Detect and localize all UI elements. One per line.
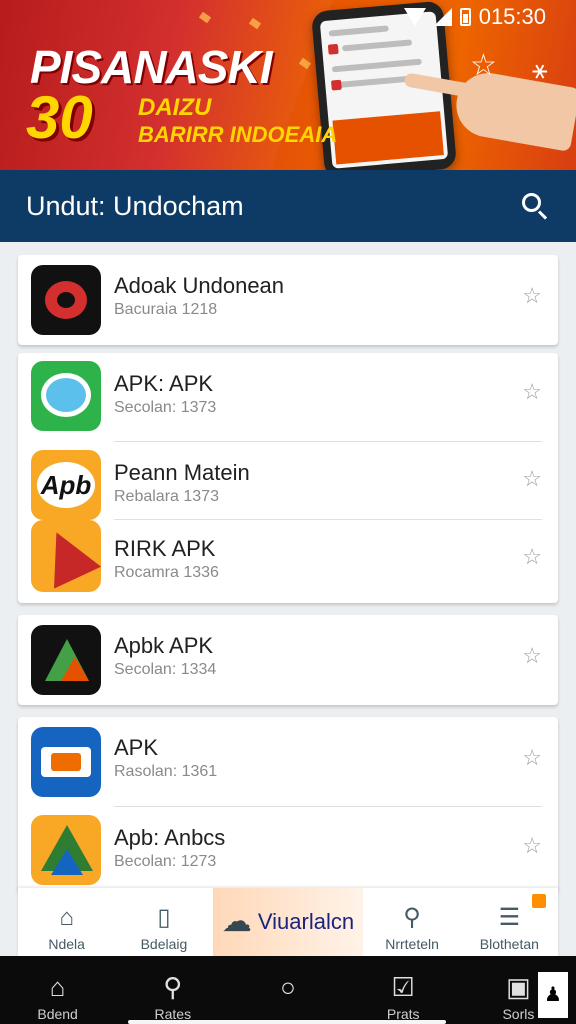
confetti <box>248 17 262 30</box>
nav-item-documents[interactable]: ☰ Blothetan <box>461 888 558 956</box>
status-bar: 015:30 <box>403 4 546 30</box>
triangle-arrow-app-icon <box>31 520 101 592</box>
red-swoosh-app-icon <box>31 265 101 335</box>
chat-bubble-app-icon <box>31 361 101 431</box>
star-icon[interactable]: ☆ <box>522 643 542 669</box>
status-time: 015:30 <box>478 4 546 29</box>
star-icon[interactable]: ☆ <box>522 379 542 405</box>
banner-subtitle-2: BARIRR INDOEAIA <box>138 122 338 147</box>
promo-banner[interactable]: 015:30 PISANASKI 30 DAIZU BARIRR INDOEAI… <box>0 0 576 170</box>
app-name: Adoak Undonean <box>114 273 285 298</box>
search-icon: ⚲ <box>403 904 421 931</box>
app-name: Apb: Anbcs <box>114 825 226 850</box>
app-name: RIRK APK <box>114 536 216 561</box>
home-outline-icon: ⌂ <box>49 972 66 1002</box>
sys-label: Bdend <box>37 1006 78 1022</box>
star-icon[interactable]: ☆ <box>522 466 542 492</box>
nav-label: Viuarlalcn <box>257 909 355 934</box>
notification-badge <box>532 894 546 908</box>
nav-label: Nrrteteln <box>385 936 439 952</box>
app-subtitle: Rocamra 1336 <box>114 564 219 581</box>
check-box-icon: ☑ <box>391 972 415 1002</box>
app-list-item[interactable]: Adoak Undonean Bacuraia 1218 ☆ <box>18 255 558 345</box>
search-outline-icon: ⚲ <box>163 972 183 1002</box>
app-card: Apbk APK Secolan: 1334 ☆ <box>18 615 558 705</box>
app-name: Apbk APK <box>114 633 214 658</box>
nav-label: Bdelaig <box>140 936 188 952</box>
wifi-icon <box>403 8 426 26</box>
app-subtitle: Rasolan: 1361 <box>114 763 218 780</box>
sys-item-circle[interactable]: ○ <box>230 956 345 1024</box>
star-icon[interactable]: ☆ <box>470 48 497 83</box>
app-list-item[interactable]: Apb: Anbcs Becolan: 1273 ☆ <box>18 807 558 892</box>
star-icon[interactable]: ☆ <box>522 283 542 309</box>
apk-logo-app-icon: Apb <box>31 450 101 520</box>
app-name: APK: APK <box>114 371 214 396</box>
app-card: Adoak Undonean Bacuraia 1218 ☆ <box>18 255 558 345</box>
sys-item-search[interactable]: ⚲ Rates <box>115 956 230 1024</box>
bag-icon: ▣ <box>506 972 531 1002</box>
page-title: Undut: Undocham <box>26 190 244 221</box>
app-list-item[interactable]: RIRK APK Rocamra 1336 ☆ <box>18 520 558 603</box>
app-subtitle: Secolan: 1373 <box>114 399 217 416</box>
app-header: Undut: Undocham <box>0 170 576 242</box>
sys-item-home[interactable]: ⌂ Bdend <box>0 956 115 1024</box>
banner-subtitle: DAIZU <box>138 94 212 121</box>
play-triangle-app-icon <box>31 625 101 695</box>
app-card: APK Rasolan: 1361 ☆ Apb: Anbcs Becolan: … <box>18 717 558 892</box>
app-list-item[interactable]: APK Rasolan: 1361 ☆ <box>18 717 558 807</box>
circle-icon: ○ <box>280 972 296 1002</box>
document-icon: ☰ <box>498 904 521 931</box>
home-indicator[interactable] <box>128 1020 446 1024</box>
app-name: Peann Matein <box>114 460 250 485</box>
banner-number: 30 <box>26 84 93 151</box>
cloud-icon: ☁ <box>221 905 252 938</box>
battery-icon <box>459 8 471 26</box>
star-icon[interactable]: ☆ <box>522 544 542 570</box>
share-icon[interactable]: ⚹ <box>532 54 548 86</box>
bottom-nav: ⌂ Ndela ▯ Bdelaig ☁ Viuarlalcn ⚲ Nrrtete… <box>18 888 558 956</box>
app-name: APK <box>114 735 159 760</box>
app-card: APK: APK Secolan: 1373 ☆ Apb Peann Matei… <box>18 353 558 603</box>
bookmark-icon: ▯ <box>157 904 171 931</box>
confetti <box>198 11 212 24</box>
figure-icon: ♟ <box>538 972 568 1018</box>
signal-icon <box>433 8 452 26</box>
drive-triangle-app-icon <box>31 815 101 885</box>
star-icon[interactable]: ☆ <box>522 833 542 859</box>
nav-item-home[interactable]: ⌂ Ndela <box>18 888 115 956</box>
app-subtitle: Rebalara 1373 <box>114 488 219 505</box>
sys-item-check[interactable]: ☑ Prats <box>346 956 461 1024</box>
app-list-item[interactable]: Apb Peann Matein Rebalara 1373 ☆ <box>18 442 558 520</box>
sys-label: Sorls <box>502 1006 535 1022</box>
search-icon[interactable] <box>520 191 550 221</box>
app-subtitle: Bacuraia 1218 <box>114 301 218 318</box>
nav-label: Blothetan <box>479 936 539 952</box>
nav-label: Ndela <box>48 936 85 952</box>
blue-box-app-icon <box>31 727 101 797</box>
nav-item-active[interactable]: ☁ Viuarlalcn <box>212 888 364 956</box>
star-icon[interactable]: ☆ <box>522 745 542 771</box>
nav-item-search[interactable]: ⚲ Nrrteteln <box>363 888 460 956</box>
app-list-item[interactable]: Apbk APK Secolan: 1334 ☆ <box>18 615 558 705</box>
system-nav-bar: ⌂ Bdend ⚲ Rates ○ ☑ Prats ▣ Sorls ♟ <box>0 956 576 1024</box>
home-icon: ⌂ <box>59 904 74 931</box>
nav-item-bookmark[interactable]: ▯ Bdelaig <box>115 888 212 956</box>
app-subtitle: Becolan: 1273 <box>114 853 217 870</box>
app-list-item[interactable]: APK: APK Secolan: 1373 ☆ <box>18 353 558 442</box>
app-subtitle: Secolan: 1334 <box>114 661 217 678</box>
